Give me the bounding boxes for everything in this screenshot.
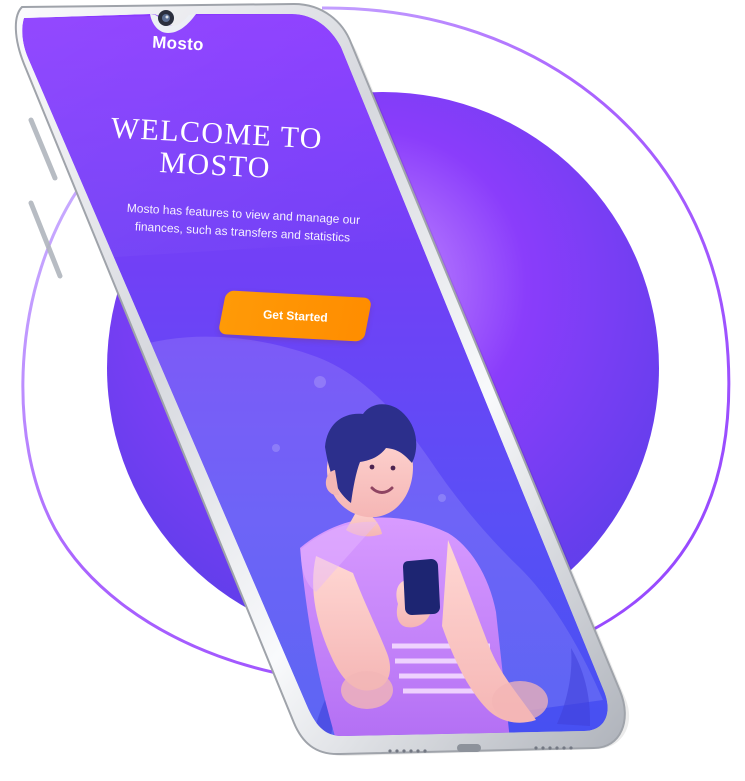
- charging-port-icon: [457, 744, 481, 752]
- person-eye-right: [390, 465, 396, 471]
- get-started-button[interactable]: Get Started: [217, 290, 373, 342]
- person-eye-left: [369, 464, 375, 470]
- person-elbow-right: [492, 681, 548, 721]
- get-started-label: Get Started: [262, 307, 328, 325]
- decor-dot-2: [272, 444, 280, 452]
- decor-dot-3: [438, 494, 446, 502]
- promo-stage: Mosto WELCOME TO MOSTO Mosto has feature…: [0, 0, 745, 781]
- phone-in-hand-icon: [403, 559, 440, 615]
- welcome-headline: WELCOME TO MOSTO: [94, 111, 337, 188]
- decor-dot-1: [314, 376, 326, 388]
- person-elbow-left: [341, 671, 393, 709]
